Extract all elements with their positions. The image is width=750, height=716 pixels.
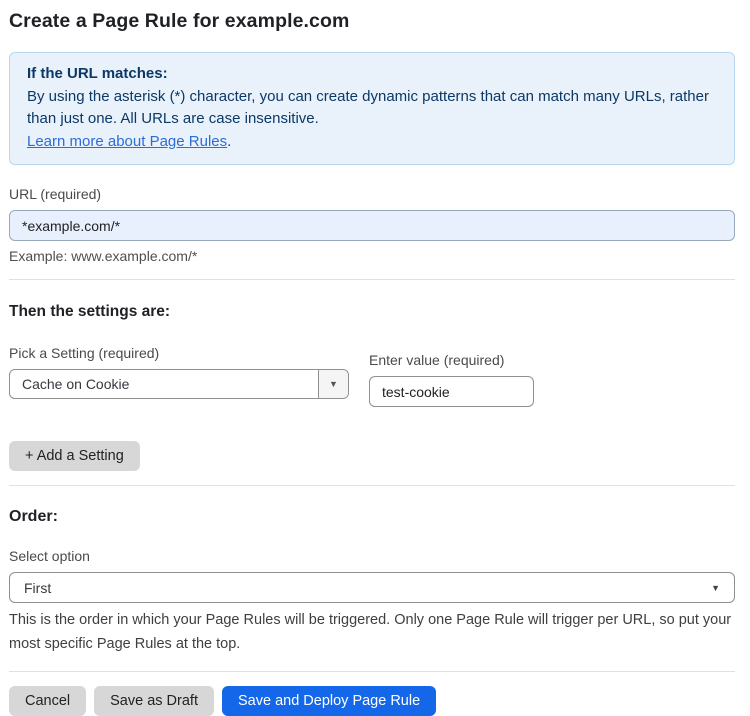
info-box-link-line: Learn more about Page Rules. (27, 131, 717, 154)
chevron-down-icon: ▼ (711, 582, 720, 593)
learn-more-link[interactable]: Learn more about Page Rules (27, 133, 227, 150)
setting-select-value: Cache on Cookie (22, 376, 130, 392)
setting-value-input[interactable] (369, 376, 534, 407)
divider (9, 279, 735, 280)
url-field-label: URL (required) (9, 186, 102, 202)
url-matches-info-box: If the URL matches: By using the asteris… (9, 52, 735, 165)
chevron-down-icon[interactable]: ▼ (318, 370, 348, 398)
enter-value-column: Enter value (required) (369, 352, 534, 407)
divider (9, 485, 735, 486)
order-select[interactable]: First ▼ (9, 572, 735, 603)
order-helper-text: This is the order in which your Page Rul… (9, 612, 732, 652)
pick-setting-column: Pick a Setting (required) Cache on Cooki… (9, 345, 349, 399)
order-section-heading: Order: (9, 508, 58, 525)
divider (9, 671, 735, 672)
settings-row: Pick a Setting (required) Cache on Cooki… (9, 345, 735, 407)
enter-value-label: Enter value (required) (369, 352, 505, 368)
page-rule-form: Create a Page Rule for example.com If th… (0, 0, 750, 716)
info-box-body: By using the asterisk (*) character, you… (27, 87, 709, 128)
pick-setting-label: Pick a Setting (required) (9, 345, 160, 361)
page-title: Create a Page Rule for example.com (9, 10, 350, 32)
settings-section-heading: Then the settings are: (9, 303, 171, 320)
link-period: . (227, 132, 232, 150)
order-select-value: First (24, 579, 52, 596)
setting-select[interactable]: Cache on Cookie ▼ (9, 369, 349, 399)
info-box-heading: If the URL matches: (27, 65, 168, 82)
save-as-draft-button[interactable]: Save as Draft (94, 686, 214, 716)
url-input[interactable] (9, 210, 735, 241)
order-select-label: Select option (9, 548, 90, 564)
save-and-deploy-button[interactable]: Save and Deploy Page Rule (221, 686, 437, 716)
form-actions: Cancel Save as Draft Save and Deploy Pag… (9, 686, 735, 716)
add-setting-button[interactable]: + Add a Setting (9, 441, 140, 471)
url-example-helper: Example: www.example.com/* (9, 248, 198, 264)
cancel-button[interactable]: Cancel (9, 686, 87, 716)
